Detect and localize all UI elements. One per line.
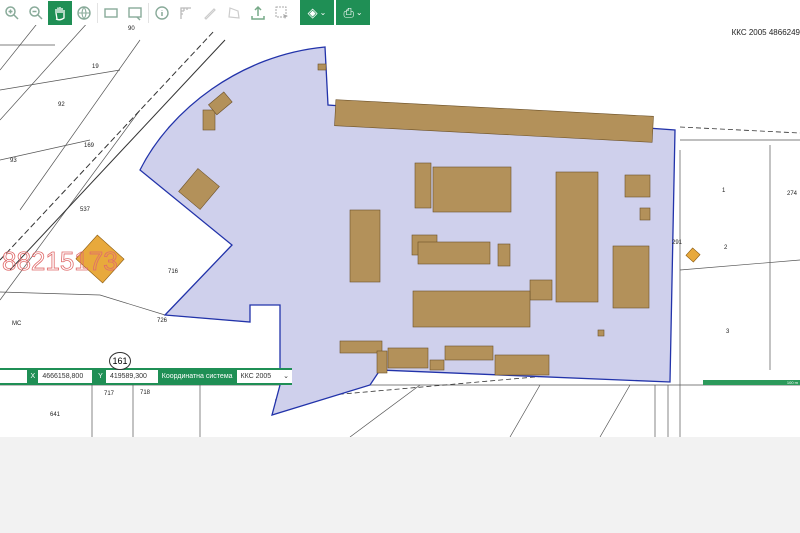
layers-icon: ◈ (307, 4, 318, 20)
label-717: 717 (104, 391, 115, 397)
label-mc: МС (12, 321, 22, 327)
label-93: 93 (10, 158, 17, 164)
toolbar-divider (148, 2, 149, 23)
coordinate-panel: X 4666158,800 Y 419589,300 Координатна с… (0, 368, 292, 385)
crs-label: Координатна система (161, 373, 233, 380)
zoom-out-icon[interactable] (24, 1, 48, 25)
label-169: 169 (84, 143, 95, 149)
crs-select[interactable]: ККС 2005 ⌄ (236, 370, 292, 383)
y-label: Y (98, 373, 103, 380)
label-2: 2 (724, 245, 728, 251)
select-cursor-icon[interactable] (270, 1, 294, 25)
label-1: 1 (722, 188, 726, 194)
info-icon[interactable] (150, 1, 174, 25)
coord-spacer (0, 370, 28, 383)
crs-readout: ККС 2005 4866249 (731, 28, 800, 37)
map-watermark: 88215173 (2, 246, 118, 276)
upload-icon[interactable] (246, 1, 270, 25)
globe-icon[interactable] (72, 1, 96, 25)
scale-label: 100 m (786, 380, 798, 385)
print-icon: ⎙ (343, 4, 354, 20)
label-92: 92 (58, 102, 65, 108)
map-toolbar: ◈ ⌄ ⎙ ⌄ (0, 0, 372, 25)
scale-bar: 100 m (703, 380, 800, 385)
label-274: 274 (787, 191, 798, 197)
layers-dropdown[interactable]: ◈ ⌄ (300, 0, 334, 25)
select-window-icon[interactable] (123, 1, 147, 25)
parcel-number-bubble: 161 (109, 352, 131, 370)
label-641: 641 (50, 412, 61, 418)
label-3: 3 (726, 329, 730, 335)
measure-icon[interactable] (174, 1, 198, 25)
x-value-field[interactable]: 4666158,800 (38, 370, 92, 383)
y-value-field[interactable]: 419589,300 (105, 370, 158, 383)
select-rect-icon[interactable] (99, 1, 123, 25)
label-291: 291 (672, 240, 683, 246)
crs-select-value: ККС 2005 (240, 373, 272, 380)
label-726: 726 (157, 318, 168, 324)
pan-hand-icon[interactable] (48, 0, 72, 25)
pencil-icon[interactable] (198, 1, 222, 25)
label-537: 537 (80, 207, 91, 213)
print-dropdown[interactable]: ⎙ ⌄ (336, 0, 370, 25)
zoom-in-icon[interactable] (0, 1, 24, 25)
chevron-down-icon: ⌄ (283, 373, 289, 380)
x-label: X (30, 373, 36, 380)
label-716: 716 (168, 269, 179, 275)
label-718: 718 (140, 390, 151, 396)
label-90: 90 (128, 26, 135, 32)
chevron-down-icon: ⌄ (355, 8, 363, 17)
chevron-down-icon: ⌄ (319, 8, 327, 17)
polygon-icon[interactable] (222, 1, 246, 25)
label-19: 19 (92, 64, 99, 70)
toolbar-divider (97, 2, 98, 23)
